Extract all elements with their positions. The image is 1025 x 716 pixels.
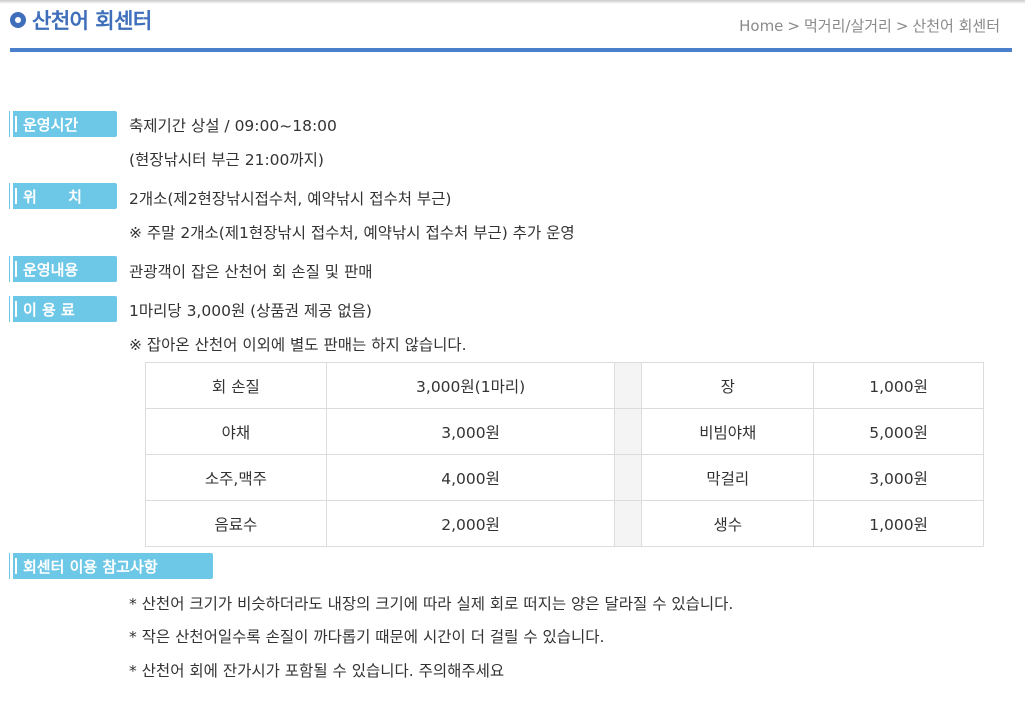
table-cell-item: 음료수 [145, 500, 327, 547]
breadcrumb-separator: > [895, 17, 909, 35]
label-location: 위 치 [10, 183, 117, 209]
circle-bullet-icon [10, 12, 26, 28]
table-cell-item: 야채 [145, 408, 327, 455]
breadcrumb-current[interactable]: 산천어 회센터 [912, 17, 1000, 35]
notes-line-3: * 산천어 회에 잔가시가 포함될 수 있습니다. 주의해주세요 [129, 662, 505, 680]
label-notes: 회센터 이용 참고사항 [10, 553, 213, 579]
table-cell-price: 1,000원 [813, 362, 984, 409]
table-row: 음료수 2,000원 생수 1,000원 [145, 500, 984, 547]
table-cell-item: 막걸리 [641, 454, 815, 501]
hours-line-2: (현장낚시터 부근 21:00까지) [129, 151, 324, 169]
page-header: 산천어 회센터 Home > 먹거리/살거리 > 산천어 회센터 [10, 0, 1012, 52]
table-cell-price: 1,000원 [813, 500, 984, 547]
location-line-2: ※ 주말 2개소(제1현장낚시 접수처, 예약낚시 접수처 부근) 추가 운영 [129, 224, 575, 242]
table-cell-item: 장 [641, 362, 815, 409]
table-cell-item: 소주,맥주 [145, 454, 327, 501]
fee-line-1: 1마리당 3,000원 (상품권 제공 없음) [129, 302, 372, 320]
label-hours: 운영시간 [10, 111, 117, 137]
table-cell-price: 3,000원 [325, 408, 616, 455]
label-service: 운영내용 [10, 256, 117, 282]
page-title: 산천어 회센터 [32, 9, 152, 33]
table-cell-price: 5,000원 [813, 408, 984, 455]
table-gap [614, 454, 643, 501]
hours-line-1: 축제기간 상설 / 09:00~18:00 [129, 117, 337, 135]
table-gap [614, 500, 643, 547]
breadcrumb-separator: > [787, 17, 800, 35]
table-gap [614, 408, 643, 455]
fee-line-2: ※ 잡아온 산천어 이외에 별도 판매는 하지 않습니다. [129, 336, 467, 354]
table-row: 소주,맥주 4,000원 막걸리 3,000원 [145, 454, 984, 501]
table-cell-item: 회 손질 [145, 362, 327, 409]
table-row: 야채 3,000원 비빔야채 5,000원 [145, 408, 984, 455]
location-line-1: 2개소(제2현장낚시접수처, 예약낚시 접수처 부근) [129, 190, 452, 208]
table-cell-price: 3,000원 [813, 454, 984, 501]
breadcrumb-home[interactable]: Home [739, 17, 783, 35]
price-table: 회 손질 3,000원(1마리) 장 1,000원 야채 3,000원 비빔야채… [145, 362, 984, 547]
breadcrumb: Home > 먹거리/살거리 > 산천어 회센터 [739, 15, 1000, 36]
notes-line-1: * 산천어 크기가 비슷하더라도 내장의 크기에 따라 실제 회로 떠지는 양은… [129, 595, 734, 613]
table-gap [614, 362, 643, 409]
table-cell-price: 4,000원 [325, 454, 616, 501]
table-cell-item: 생수 [641, 500, 815, 547]
table-cell-item: 비빔야채 [641, 408, 815, 455]
table-cell-price: 3,000원(1마리) [325, 362, 616, 409]
service-line-1: 관광객이 잡은 산천어 회 손질 및 판매 [129, 263, 373, 281]
notes-line-2: * 작은 산천어일수록 손질이 까다롭기 때문에 시간이 더 걸릴 수 있습니다… [129, 628, 605, 646]
label-fee: 이 용 료 [10, 296, 117, 322]
title-wrap: 산천어 회센터 [10, 7, 152, 33]
table-cell-price: 2,000원 [325, 500, 616, 547]
table-row: 회 손질 3,000원(1마리) 장 1,000원 [145, 362, 984, 409]
breadcrumb-food-shopping[interactable]: 먹거리/살거리 [804, 17, 892, 35]
